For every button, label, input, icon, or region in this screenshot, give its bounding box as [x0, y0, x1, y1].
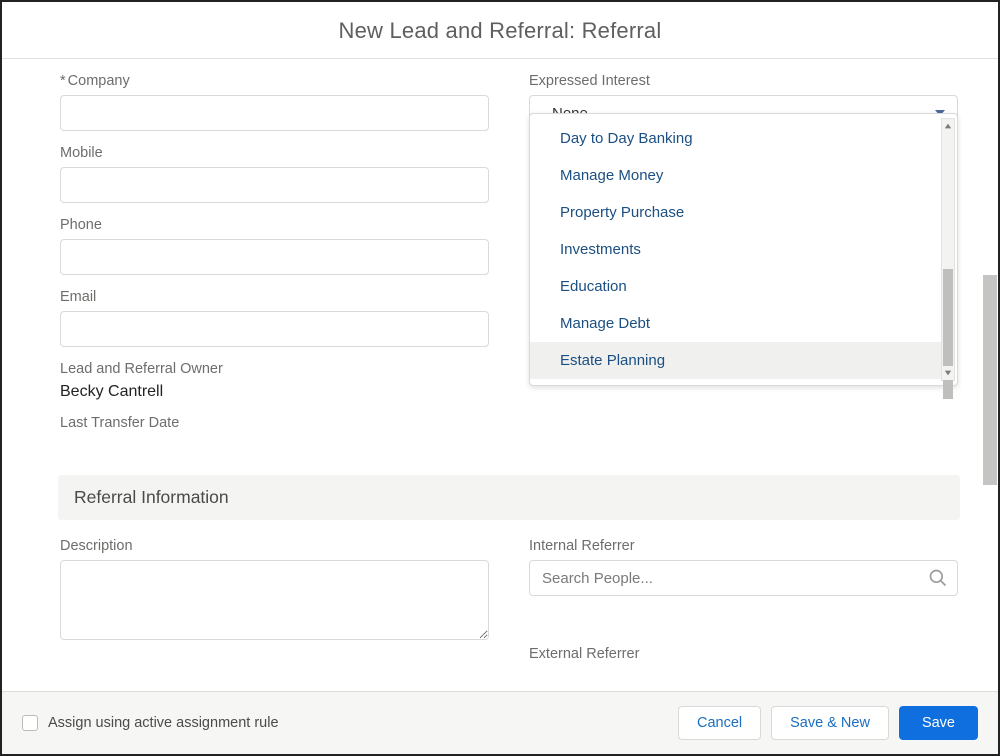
dropdown-scrollbar[interactable] [941, 118, 955, 381]
left-column: *Company Mobile Phone Email [60, 73, 489, 445]
assign-rule-label: Assign using active assignment rule [48, 715, 279, 731]
phone-input[interactable] [60, 239, 489, 275]
email-field: Email [60, 289, 489, 347]
phone-field: Phone [60, 217, 489, 275]
save-button[interactable]: Save [899, 706, 978, 740]
dropdown-option[interactable]: Investments [530, 231, 943, 268]
footer-buttons: Cancel Save & New Save [678, 706, 978, 740]
dropdown-option[interactable]: Education [530, 268, 943, 305]
internal-referrer-field: Internal Referrer [529, 538, 958, 596]
new-lead-referral-modal: New Lead and Referral: Referral *Company… [0, 0, 1000, 756]
scroll-up-icon[interactable] [942, 119, 954, 133]
modal-title: New Lead and Referral: Referral [2, 18, 998, 44]
assign-rule-row: Assign using active assignment rule [22, 715, 279, 731]
internal-referrer-input[interactable] [529, 560, 958, 596]
dropdown-option[interactable]: Day to Day Banking [530, 120, 943, 157]
mobile-input[interactable] [60, 167, 489, 203]
description-input[interactable] [60, 560, 489, 640]
email-label: Email [60, 289, 489, 305]
phone-label: Phone [60, 217, 489, 233]
last-transfer-label: Last Transfer Date [60, 415, 489, 431]
mobile-label: Mobile [60, 145, 489, 161]
company-field: *Company [60, 73, 489, 131]
email-input[interactable] [60, 311, 489, 347]
expressed-interest-dropdown: Day to Day Banking Manage Money Property… [529, 113, 958, 386]
company-label: *Company [60, 73, 489, 89]
assign-rule-checkbox[interactable] [22, 715, 38, 731]
search-icon [928, 568, 948, 588]
dropdown-option[interactable]: Property Purchase [530, 194, 943, 231]
description-field: Description [60, 538, 489, 645]
body-scrollbar[interactable] [982, 59, 998, 691]
external-referrer-label: External Referrer [529, 646, 958, 662]
save-and-new-button[interactable]: Save & New [771, 706, 889, 740]
expressed-interest-field: Expressed Interest --None-- Day to Day B… [529, 73, 958, 131]
owner-label: Lead and Referral Owner [60, 361, 489, 377]
owner-value: Becky Cantrell [60, 383, 489, 401]
body-scrollbar-thumb[interactable] [983, 275, 997, 485]
modal-body: *Company Mobile Phone Email [2, 59, 998, 691]
company-input[interactable] [60, 95, 489, 131]
description-label: Description [60, 538, 489, 554]
internal-referrer-label: Internal Referrer [529, 538, 958, 554]
modal-footer: Assign using active assignment rule Canc… [2, 691, 998, 754]
right-column: Expressed Interest --None-- Day to Day B… [529, 73, 958, 445]
cancel-button[interactable]: Cancel [678, 706, 761, 740]
dropdown-option[interactable]: Estate Planning [530, 342, 943, 379]
modal-header: New Lead and Referral: Referral [2, 2, 998, 59]
dropdown-list: Day to Day Banking Manage Money Property… [530, 114, 943, 385]
scroll-down-icon[interactable] [942, 366, 954, 380]
referral-info-section-header: Referral Information [58, 475, 960, 520]
mobile-field: Mobile [60, 145, 489, 203]
dropdown-option[interactable]: Manage Debt [530, 305, 943, 342]
owner-field: Lead and Referral Owner Becky Cantrell [60, 361, 489, 401]
dropdown-option[interactable]: Manage Money [530, 157, 943, 194]
last-transfer-field: Last Transfer Date [60, 415, 489, 431]
expressed-interest-label: Expressed Interest [529, 73, 958, 89]
